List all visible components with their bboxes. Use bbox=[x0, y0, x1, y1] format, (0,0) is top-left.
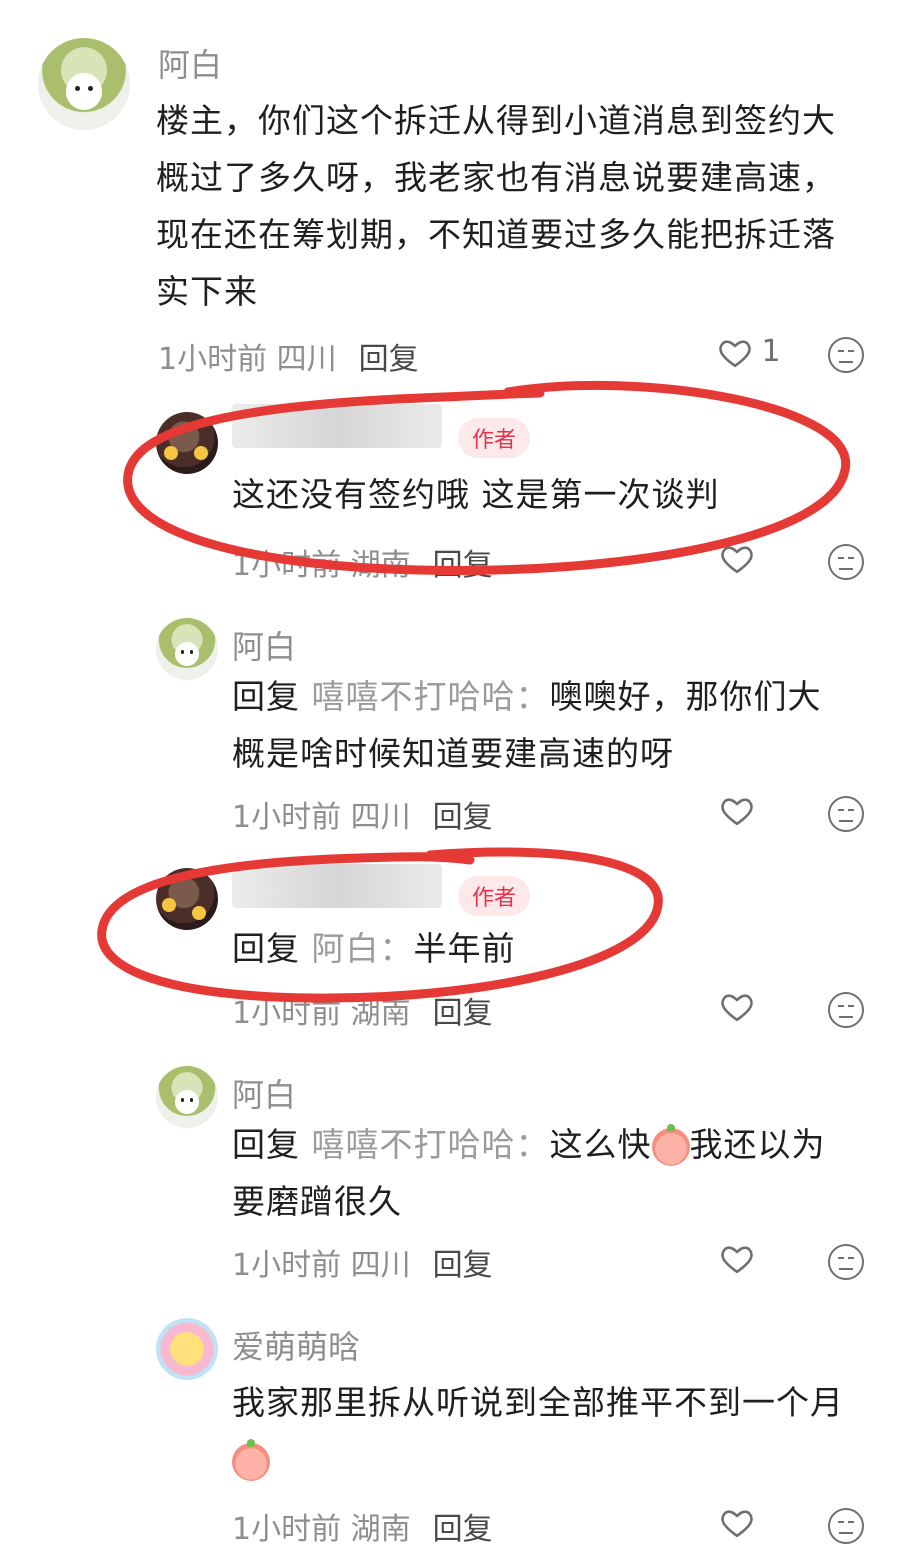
comment-text: 我家那里拆从听说到全部推平不到一个月 bbox=[232, 1374, 844, 1488]
heart-icon bbox=[721, 1509, 753, 1537]
avatar[interactable] bbox=[156, 1318, 218, 1380]
avatar[interactable] bbox=[156, 618, 218, 680]
reply-button[interactable]: 回复 bbox=[433, 800, 493, 835]
comment-text: 回复 嘻嘻不打哈哈：这么快 我还以为 要磨蹭很久 bbox=[232, 1123, 826, 1221]
reply-button[interactable]: 回复 bbox=[433, 1512, 493, 1547]
reply-button[interactable]: 回复 bbox=[433, 996, 493, 1031]
author-badge: 作者 bbox=[458, 876, 531, 916]
reply-button[interactable]: 回复 bbox=[433, 1248, 493, 1283]
comment-text: 楼主，你们这个拆迁从得到小道消息到签约大 概过了多久呀，我老家也有消息说要建高速… bbox=[156, 101, 836, 311]
comment-meta: 1小时前 四川 回复 bbox=[232, 800, 493, 835]
comment-author[interactable]: 阿白 bbox=[158, 40, 222, 86]
reply-target[interactable]: 嘻嘻不打哈哈： bbox=[312, 677, 550, 716]
peach-cry-emoji bbox=[651, 1123, 690, 1166]
like-button[interactable] bbox=[720, 988, 754, 1024]
reply-button[interactable]: 回复 bbox=[359, 342, 419, 377]
dislike-face-icon[interactable] bbox=[828, 1244, 864, 1280]
comment-text: 回复 嘻嘻不打哈哈：噢噢好，那你们大 概是啥时候知道要建高速的呀 bbox=[232, 677, 822, 773]
avatar[interactable] bbox=[38, 38, 130, 130]
comment-meta: 1小时前 四川 回复 bbox=[158, 342, 419, 377]
like-button[interactable]: 1 bbox=[718, 334, 781, 370]
like-button[interactable] bbox=[720, 540, 754, 576]
dislike-face-icon[interactable] bbox=[828, 337, 864, 373]
heart-icon bbox=[721, 993, 753, 1021]
author-name-redacted bbox=[232, 404, 442, 448]
comment-author[interactable]: 爱萌萌晗 bbox=[232, 1322, 360, 1368]
like-button[interactable] bbox=[720, 1504, 754, 1540]
comment-meta: 1小时前 四川 回复 bbox=[232, 1248, 493, 1283]
comment-meta: 1小时前 湖南 回复 bbox=[232, 1512, 493, 1547]
like-button[interactable] bbox=[720, 792, 754, 828]
author-badge: 作者 bbox=[458, 418, 531, 458]
avatar[interactable] bbox=[156, 1066, 218, 1128]
heart-icon bbox=[719, 339, 751, 367]
comment-text: 回复 阿白：半年前 bbox=[232, 929, 516, 968]
like-count: 1 bbox=[761, 334, 781, 369]
dislike-face-icon[interactable] bbox=[828, 796, 864, 832]
comment-author[interactable]: 阿白 bbox=[232, 1070, 296, 1116]
heart-icon bbox=[721, 1245, 753, 1273]
reply-target[interactable]: 嘻嘻不打哈哈： bbox=[312, 1125, 550, 1164]
like-button[interactable] bbox=[720, 1240, 754, 1276]
peach-cry-emoji bbox=[232, 1438, 270, 1481]
comment-text: 这还没有签约哦 这是第一次谈判 bbox=[232, 475, 720, 514]
reply-button[interactable]: 回复 bbox=[433, 548, 493, 583]
avatar[interactable] bbox=[156, 412, 218, 474]
comment-meta: 1小时前 湖南 回复 bbox=[232, 548, 493, 583]
comment-author[interactable]: 阿白 bbox=[232, 622, 296, 668]
heart-icon bbox=[721, 545, 753, 573]
comment-meta: 1小时前 湖南 回复 bbox=[232, 996, 493, 1031]
dislike-face-icon[interactable] bbox=[828, 1508, 864, 1544]
avatar[interactable] bbox=[156, 868, 218, 930]
dislike-face-icon[interactable] bbox=[828, 992, 864, 1028]
dislike-face-icon[interactable] bbox=[828, 544, 864, 580]
author-name-redacted bbox=[232, 864, 442, 908]
heart-icon bbox=[721, 797, 753, 825]
reply-target[interactable]: 阿白： bbox=[312, 929, 414, 968]
